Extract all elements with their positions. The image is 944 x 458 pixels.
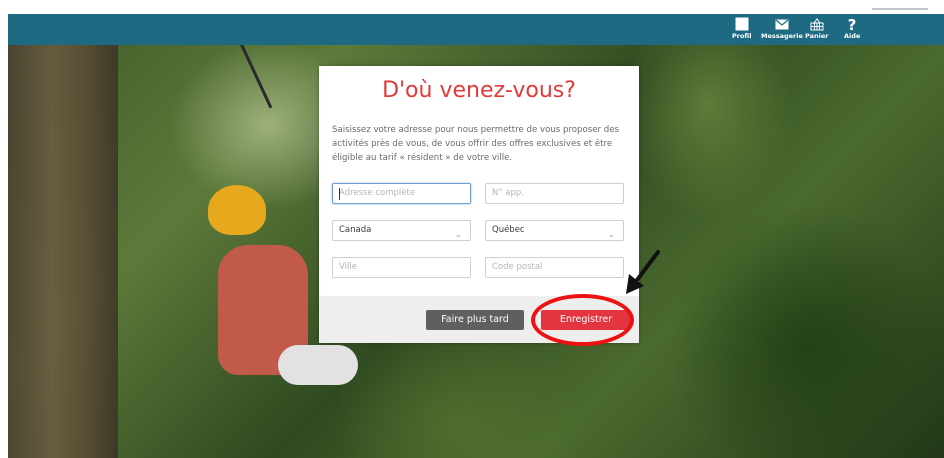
address-placeholder: Adresse complète	[339, 188, 416, 198]
tree-trunk	[8, 45, 118, 458]
address-input[interactable]: Adresse complète	[332, 183, 471, 204]
modal-description: Saisissez votre adresse pour nous permet…	[332, 125, 620, 163]
country-value: Canada	[339, 225, 372, 235]
envelope-icon	[775, 16, 789, 32]
zipline-cable	[240, 45, 273, 109]
text-caret	[339, 188, 340, 200]
apartment-input[interactable]: N° app.	[485, 183, 624, 204]
svg-text:?: ?	[848, 17, 857, 32]
chevron-down-icon: ⌄	[607, 230, 615, 240]
province-select[interactable]: Québec ⌄	[485, 220, 624, 241]
top-navbar: Profil Messagerie Panier ? Aide	[8, 14, 944, 45]
rider-helmet	[208, 185, 266, 235]
nav-cart[interactable]: Panier	[805, 16, 828, 45]
city-placeholder: Ville	[339, 262, 357, 272]
rider-pants	[278, 345, 358, 385]
modal-title: D'où venez-vous?	[382, 78, 576, 103]
nav-profile[interactable]: Profil	[732, 16, 751, 45]
top-divider	[872, 8, 928, 10]
city-input[interactable]: Ville	[332, 257, 471, 278]
nav-cart-label: Panier	[805, 32, 829, 40]
help-icon: ?	[847, 16, 857, 32]
later-button[interactable]: Faire plus tard	[426, 310, 524, 330]
nav-profile-label: Profil	[732, 32, 752, 40]
chevron-down-icon: ⌄	[454, 230, 462, 240]
nav-messages-label: Messagerie	[761, 32, 803, 40]
nav-help-label: Aide	[844, 32, 861, 40]
basket-icon	[810, 16, 824, 32]
apartment-placeholder: N° app.	[492, 188, 525, 198]
profile-icon	[735, 16, 749, 32]
nav-help[interactable]: ? Aide	[844, 16, 860, 45]
postal-code-input[interactable]: Code postal	[485, 257, 624, 278]
highlight-circle	[531, 294, 634, 346]
province-value: Québec	[492, 225, 525, 235]
country-select[interactable]: Canada ⌄	[332, 220, 471, 241]
pointer-arrow-icon	[626, 250, 660, 294]
nav-messages[interactable]: Messagerie	[761, 16, 803, 45]
postal-code-placeholder: Code postal	[492, 262, 543, 272]
